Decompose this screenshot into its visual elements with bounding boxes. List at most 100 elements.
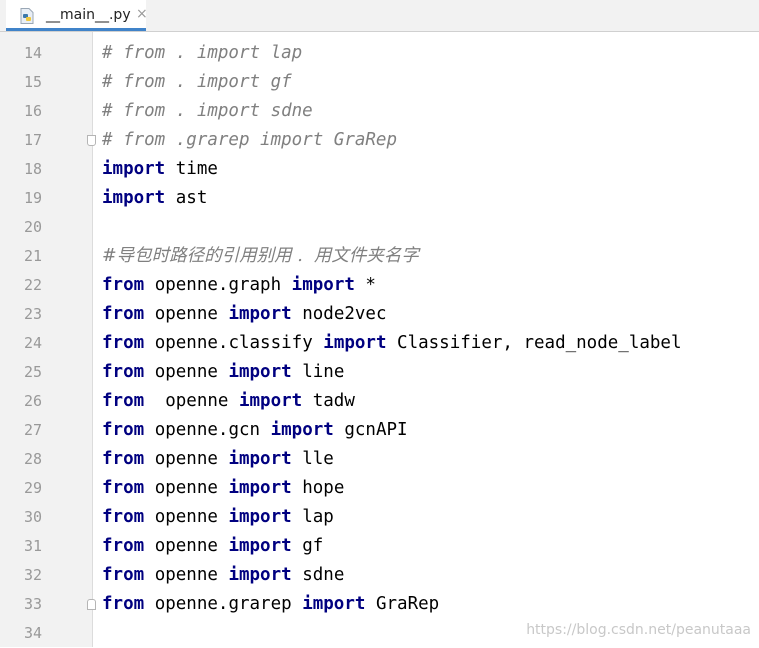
line-number: 21 xyxy=(23,247,42,265)
code-line[interactable]: 22 from openne.graph import * xyxy=(0,271,759,300)
code-text: #导包时路径的引用别用 . 用文件夹名字 xyxy=(102,242,419,271)
python-file-icon xyxy=(20,8,34,24)
close-tab-icon[interactable]: × xyxy=(136,6,148,22)
keyword-token: from xyxy=(102,420,145,440)
keyword-token: from xyxy=(102,478,145,498)
code-line[interactable]: 29 from openne import hope xyxy=(0,474,759,503)
keyword-token: from xyxy=(102,275,145,295)
code-text: from openne import lle xyxy=(102,445,334,474)
code-line[interactable]: 32 from openne import sdne xyxy=(0,561,759,590)
line-number: 30 xyxy=(23,508,42,526)
code-line[interactable]: 27 from openne.gcn import gcnAPI xyxy=(0,416,759,445)
keyword-token: import xyxy=(228,449,292,469)
keyword-token: from xyxy=(102,362,145,382)
keyword-token: import xyxy=(302,594,366,614)
editor-tab-bar: __main__.py × xyxy=(0,0,759,32)
code-token: openne xyxy=(144,536,229,556)
keyword-token: from xyxy=(102,304,145,324)
code-token: openne xyxy=(144,507,229,527)
code-token: gf xyxy=(291,536,324,556)
keyword-token: import xyxy=(238,391,303,411)
line-number: 31 xyxy=(23,537,42,555)
code-token: openne.classify xyxy=(144,333,324,353)
code-line[interactable]: 28 from openne import lle xyxy=(0,445,759,474)
line-number: 19 xyxy=(23,189,42,207)
code-text: from openne import gf xyxy=(102,532,323,561)
code-token: openne xyxy=(144,362,229,382)
line-number: 22 xyxy=(23,276,42,294)
line-number: 29 xyxy=(23,479,42,497)
code-text: from openne import hope xyxy=(102,474,344,503)
code-token: openne.grarep xyxy=(144,594,303,614)
code-line[interactable]: 31 from openne import gf xyxy=(0,532,759,561)
line-number: 33 xyxy=(23,595,42,613)
code-token: Classifier, read_node_label xyxy=(386,333,682,353)
code-token: openne xyxy=(144,565,229,585)
line-number: 27 xyxy=(23,421,42,439)
code-text: from openne import sdne xyxy=(102,561,344,590)
line-number: 28 xyxy=(23,450,42,468)
code-line[interactable]: 17 # from .grarep import GraRep xyxy=(0,126,759,155)
line-number: 20 xyxy=(23,218,42,236)
keyword-token: import xyxy=(291,275,355,295)
code-text: from openne import tadw xyxy=(102,387,355,416)
code-line[interactable]: 23 from openne import node2vec xyxy=(0,300,759,329)
code-line[interactable]: 30 from openne import lap xyxy=(0,503,759,532)
code-token: openne xyxy=(144,478,229,498)
keyword-token: import xyxy=(228,507,292,527)
code-line[interactable]: 15 # from . import gf xyxy=(0,68,759,97)
code-editor[interactable]: 14 # from . import lap 15 # from . import g… xyxy=(0,32,759,647)
code-line[interactable]: 16 # from . import sdne xyxy=(0,97,759,126)
code-line[interactable]: 14 # from . import lap xyxy=(0,39,759,68)
code-text: from openne import lap xyxy=(102,503,334,532)
line-number: 14 xyxy=(23,44,42,62)
keyword-token: import xyxy=(270,420,334,440)
code-token: openne xyxy=(144,391,239,411)
line-number: 26 xyxy=(23,392,42,410)
code-text: # from . import lap xyxy=(102,39,302,68)
code-line[interactable]: 20 xyxy=(0,213,759,242)
code-text: # from . import gf xyxy=(102,68,292,97)
code-text: from openne.graph import * xyxy=(102,271,376,300)
comment-token: #导包时路径的引用别用 . 用文件夹名字 xyxy=(102,246,419,266)
code-token: * xyxy=(354,275,376,295)
line-number: 25 xyxy=(23,363,42,381)
code-token: gcnAPI xyxy=(333,420,408,440)
fold-marker-icon[interactable] xyxy=(87,135,96,146)
keyword-token: import xyxy=(323,333,387,353)
code-line[interactable]: 18 import time xyxy=(0,155,759,184)
code-text: from openne import node2vec xyxy=(102,300,387,329)
keyword-token: from xyxy=(102,594,145,614)
code-text: from openne import line xyxy=(102,358,344,387)
keyword-token: from xyxy=(102,449,145,469)
code-token: line xyxy=(291,362,345,382)
watermark: https://blog.csdn.net/peanutaaa xyxy=(526,622,751,638)
code-line[interactable]: 25 from openne import line xyxy=(0,358,759,387)
code-line[interactable]: 24 from openne.classify import Classifier… xyxy=(0,329,759,358)
code-token: node2vec xyxy=(291,304,387,324)
code-line[interactable]: 19 import ast xyxy=(0,184,759,213)
comment-token: # from .grarep import GraRep xyxy=(102,130,398,150)
fold-marker-icon[interactable] xyxy=(87,599,96,610)
keyword-token: import xyxy=(102,159,166,179)
tab-main-py[interactable]: __main__.py × xyxy=(6,0,148,31)
code-token: openne xyxy=(144,449,229,469)
keyword-token: from xyxy=(102,391,145,411)
code-line[interactable]: 33 from openne.grarep import GraRep xyxy=(0,590,759,619)
comment-token: # from . import sdne xyxy=(102,101,313,121)
code-text: from openne.classify import Classifier, … xyxy=(102,329,682,358)
line-number: 32 xyxy=(23,566,42,584)
line-number: 17 xyxy=(23,131,42,149)
keyword-token: from xyxy=(102,565,145,585)
comment-token: # from . import gf xyxy=(102,72,292,92)
keyword-token: import xyxy=(228,478,292,498)
code-token: sdne xyxy=(291,565,345,585)
keyword-token: from xyxy=(102,507,145,527)
code-text: import time xyxy=(102,155,218,184)
code-text: from openne.gcn import gcnAPI xyxy=(102,416,408,445)
code-line[interactable]: 21 #导包时路径的引用别用 . 用文件夹名字 xyxy=(0,242,759,271)
keyword-token: import xyxy=(102,188,166,208)
code-line[interactable]: 26 from openne import tadw xyxy=(0,387,759,416)
keyword-token: from xyxy=(102,333,145,353)
code-token: lle xyxy=(291,449,334,469)
